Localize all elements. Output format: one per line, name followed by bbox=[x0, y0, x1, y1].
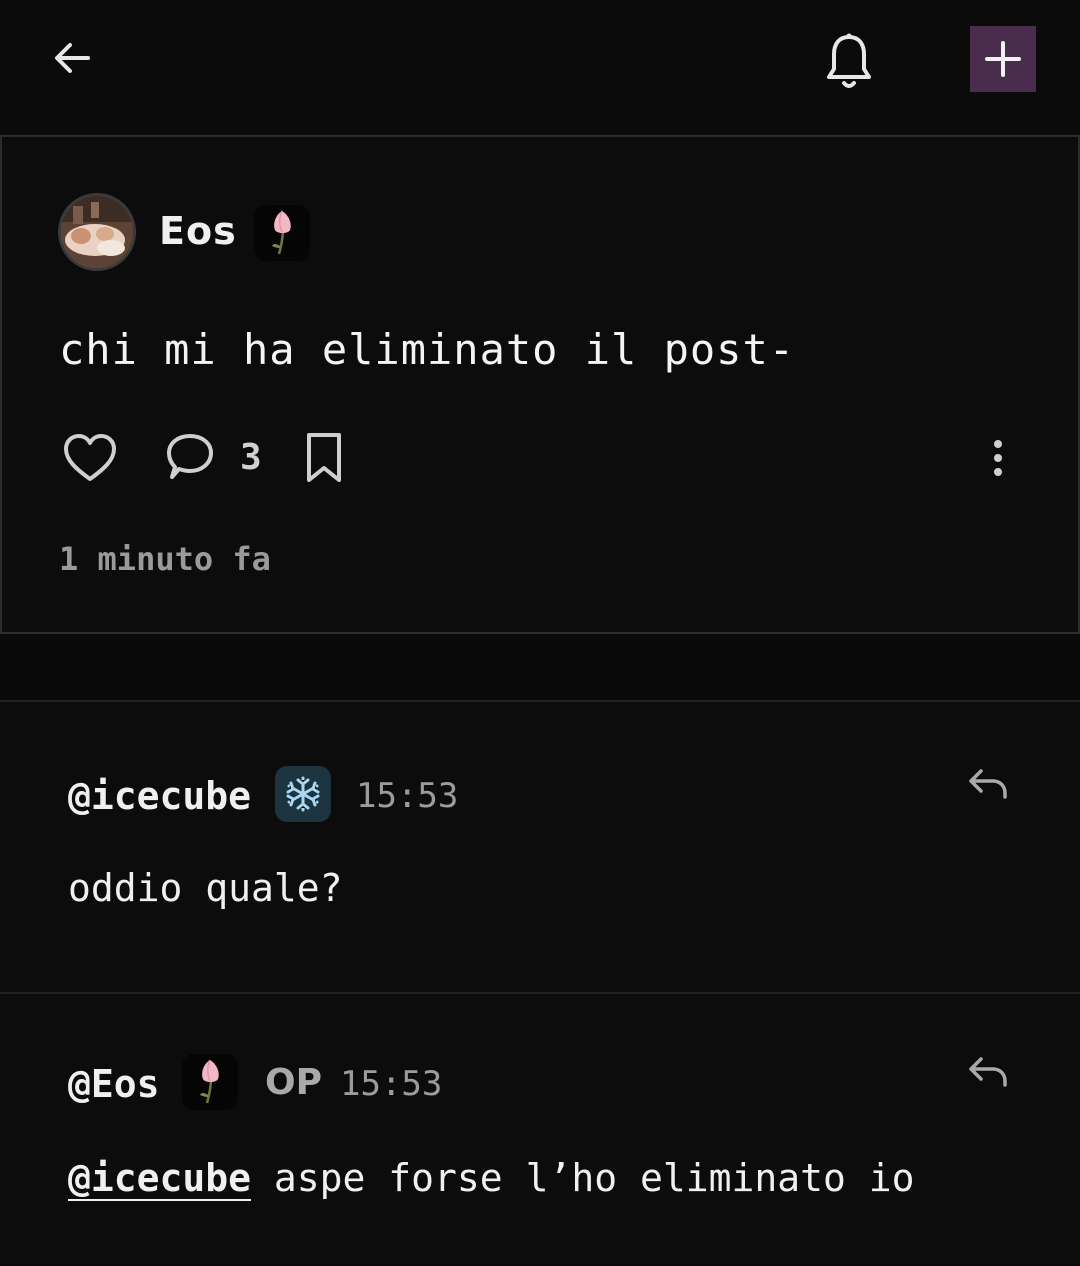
comment-count: 3 bbox=[240, 437, 262, 478]
tulip-icon bbox=[272, 210, 291, 255]
comment-text: @icecube aspe forse l’ho eliminato io bbox=[68, 1156, 915, 1200]
notifications-button[interactable] bbox=[818, 28, 880, 94]
comment-text: oddio quale? bbox=[68, 866, 343, 910]
comment-bubble-icon bbox=[167, 434, 213, 479]
bell-icon bbox=[827, 33, 871, 88]
heart-icon bbox=[64, 434, 116, 481]
post-timestamp: 1 minuto fa bbox=[59, 540, 271, 578]
comment-badge bbox=[275, 766, 331, 822]
post-card: Eos chi mi ha eliminato il post- 3 1 min… bbox=[0, 135, 1080, 634]
post-author[interactable]: Eos bbox=[159, 209, 237, 253]
back-button[interactable] bbox=[44, 30, 100, 86]
bookmark-icon bbox=[307, 433, 341, 482]
more-vertical-icon bbox=[994, 440, 1002, 476]
reply-icon bbox=[969, 1057, 1007, 1087]
new-post-button[interactable] bbox=[970, 26, 1036, 92]
bookmark-button[interactable] bbox=[298, 427, 350, 489]
plus-icon bbox=[985, 41, 1021, 77]
comment-time: 15:53 bbox=[356, 776, 459, 816]
comment-button[interactable] bbox=[158, 427, 222, 489]
reply-button[interactable] bbox=[962, 1052, 1014, 1092]
tulip-icon bbox=[200, 1059, 219, 1104]
top-bar bbox=[0, 0, 1080, 136]
comment-username[interactable]: @Eos bbox=[68, 1062, 160, 1106]
comment-time: 15:53 bbox=[340, 1064, 443, 1104]
op-label: OP bbox=[265, 1062, 322, 1103]
comments-section: @icecube 15:53 oddio quale? @Eos OP 15:5… bbox=[0, 700, 1080, 1264]
post-text: chi mi ha eliminato il post- bbox=[59, 325, 796, 374]
comment-badge bbox=[182, 1054, 238, 1110]
like-button[interactable] bbox=[58, 427, 122, 489]
snowflake-icon bbox=[286, 776, 320, 812]
mention-link[interactable]: @icecube bbox=[68, 1156, 251, 1200]
comment-username[interactable]: @icecube bbox=[68, 774, 251, 818]
comment-body: aspe forse l’ho eliminato io bbox=[251, 1156, 915, 1200]
reply-icon bbox=[969, 769, 1007, 799]
avatar[interactable] bbox=[58, 193, 136, 271]
more-options-button[interactable] bbox=[978, 433, 1018, 483]
author-badge bbox=[254, 205, 310, 261]
comment-item: @icecube 15:53 oddio quale? bbox=[0, 702, 1080, 992]
reply-button[interactable] bbox=[962, 764, 1014, 804]
arrow-left-icon bbox=[55, 43, 90, 73]
comment-item: @Eos OP 15:53 @icecube aspe forse l’ho e… bbox=[0, 994, 1080, 1266]
